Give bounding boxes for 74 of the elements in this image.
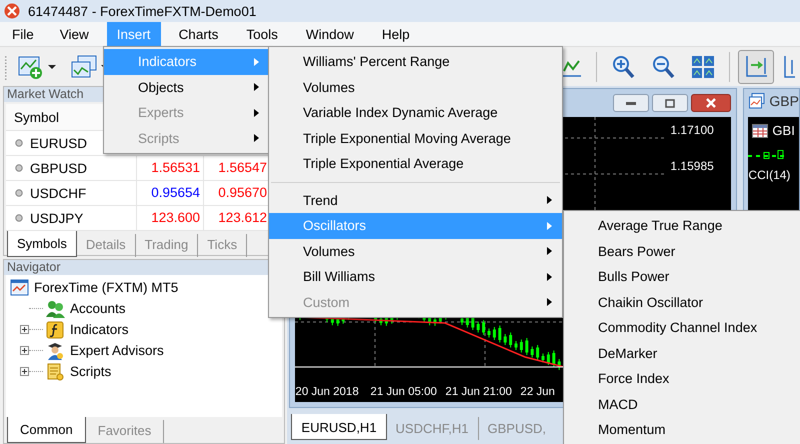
status-dot-icon xyxy=(15,164,23,172)
status-dot-icon xyxy=(15,139,23,147)
status-dot-icon xyxy=(15,189,23,197)
menu-item[interactable]: Window xyxy=(296,22,364,46)
panel-tab[interactable]: Symbols xyxy=(7,231,77,257)
menu-item[interactable]: MACD xyxy=(564,392,800,417)
expand-icon[interactable] xyxy=(20,325,29,334)
menu-item[interactable]: Average True Range xyxy=(564,213,800,238)
panel-tab[interactable]: Common xyxy=(7,417,86,443)
time-label: 22 Jun xyxy=(520,386,556,398)
chart-plus-icon xyxy=(16,54,45,80)
menu-item[interactable]: Bulls Power xyxy=(564,264,800,290)
menu-item[interactable]: Trend xyxy=(269,188,562,213)
scroll-icon xyxy=(45,362,65,380)
time-label: 21 Jun 05:00 xyxy=(370,386,438,398)
menu-item[interactable]: File xyxy=(2,22,44,46)
tree-item[interactable]: ForexTime (FXTM) MT5 xyxy=(10,277,178,298)
people-icon xyxy=(45,300,65,318)
menu-item[interactable]: Chaikin Oscillator xyxy=(564,290,800,315)
chart-tab[interactable]: EURUSD,H1 xyxy=(291,414,387,440)
tree-item[interactable]: Scripts xyxy=(45,361,112,382)
price-label: 1.17100 xyxy=(669,123,714,137)
menu-item[interactable]: Force Index xyxy=(564,366,800,392)
graduate-icon xyxy=(45,342,65,360)
menu-item[interactable]: Williams' Percent Range xyxy=(269,49,562,74)
symbol-cell-text: USDCHF xyxy=(30,186,88,200)
function-icon xyxy=(45,320,65,338)
window-title: GBP xyxy=(769,93,799,109)
minimize-button[interactable] xyxy=(613,94,650,112)
chart-window-icon xyxy=(10,279,29,296)
bid-cell: 123.600 xyxy=(136,206,203,230)
menu-item[interactable]: Help xyxy=(372,22,420,46)
time-label: 20 Jun 2018 xyxy=(295,386,360,398)
menu-item[interactable]: Tools xyxy=(236,22,288,46)
menu-item[interactable]: View xyxy=(50,22,99,46)
menu-item[interactable]: Variable Index Dynamic Average xyxy=(269,100,562,126)
symbol-cell-text: GBPUSD xyxy=(30,160,88,176)
tree-item[interactable]: Indicators xyxy=(45,319,129,340)
expand-icon[interactable] xyxy=(20,367,29,376)
tree-item[interactable]: Expert Advisors xyxy=(45,340,164,361)
close-icon xyxy=(706,98,716,108)
scroll-end-button[interactable] xyxy=(738,50,774,84)
menu-item[interactable]: Bears Power xyxy=(564,238,800,264)
menu-item[interactable]: Commodity Channel Index xyxy=(564,315,800,340)
zoom-in-icon xyxy=(610,54,636,80)
expand-icon[interactable] xyxy=(20,346,29,355)
tree-item[interactable]: Accounts xyxy=(45,298,126,319)
tile-windows-icon xyxy=(690,54,716,80)
maximize-icon xyxy=(665,98,676,108)
time-label: 21 Jun 21:00 xyxy=(445,386,513,398)
column-header[interactable]: Symbol xyxy=(14,110,60,124)
minimize-icon xyxy=(626,102,636,104)
menu-item[interactable]: Momentum xyxy=(564,417,800,442)
menu-item[interactable]: Triple Exponential Moving Average xyxy=(269,126,562,151)
chart-windows-icon xyxy=(70,54,98,80)
symbol-cell-text: USDJPY xyxy=(30,210,84,226)
zoom-out-icon xyxy=(650,54,676,80)
bid-cell: 0.95654 xyxy=(136,181,203,205)
menu-item[interactable]: DeMarker xyxy=(564,340,800,366)
close-button[interactable] xyxy=(691,94,732,112)
symbol-label: GBI xyxy=(772,123,795,138)
chart-shift-icon xyxy=(782,56,795,78)
menu-item[interactable]: Triple Exponential Average xyxy=(269,151,562,176)
app-logo-icon xyxy=(4,3,20,19)
symbol-cell-text: EURUSD xyxy=(30,136,88,150)
window-title: 61474487 - ForexTimeFXTM-Demo01 xyxy=(28,4,256,18)
bid-cell: 1.56531 xyxy=(136,156,203,180)
indicator-label: CCI(14) xyxy=(748,168,790,182)
maximize-button[interactable] xyxy=(652,94,688,112)
menu-item[interactable]: Charts xyxy=(168,22,228,46)
chart-window-icon xyxy=(749,93,766,109)
price-label: 1.15985 xyxy=(669,159,714,173)
table-icon xyxy=(752,124,768,138)
status-dot-icon xyxy=(15,214,23,222)
